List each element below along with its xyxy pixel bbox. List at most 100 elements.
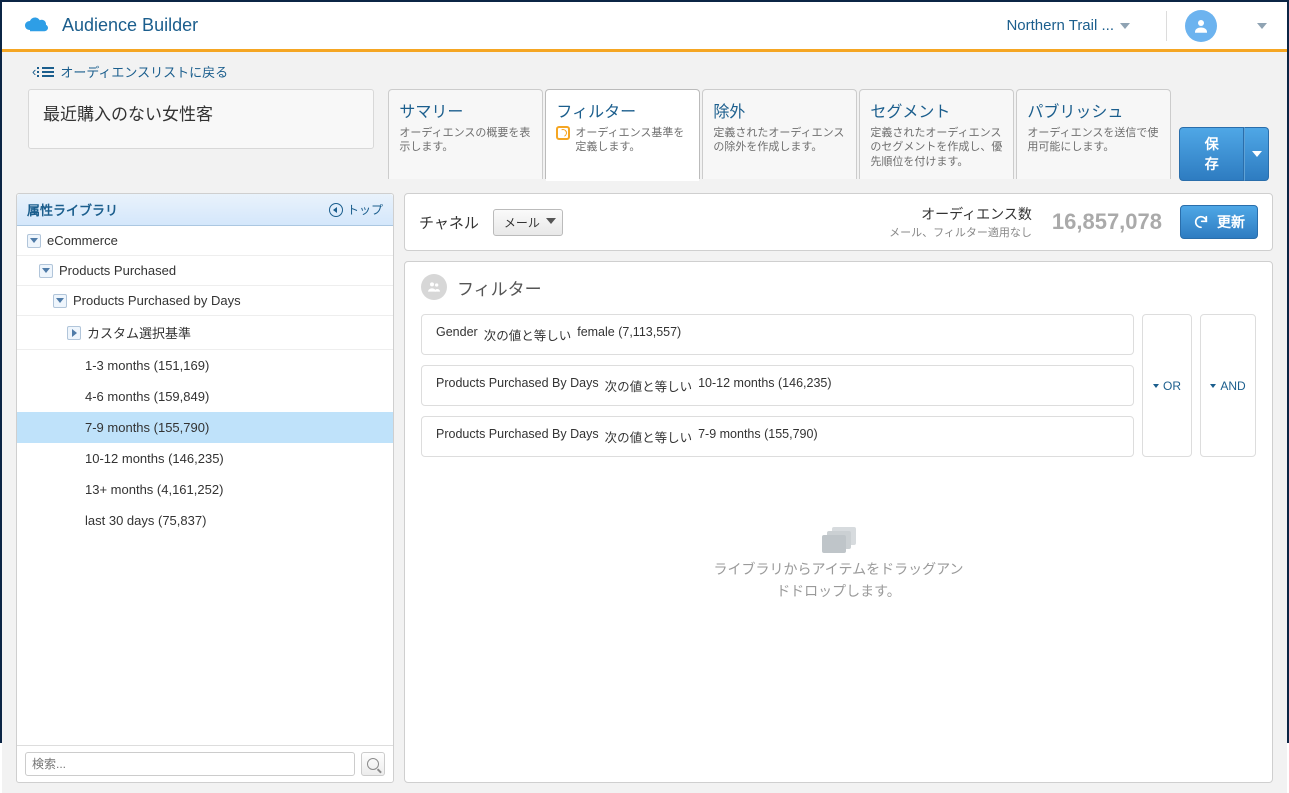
save-button-group: 保存 [1179,127,1269,181]
sidebar-title: 属性ライブラリ [27,200,118,219]
filter-cards-column: Gender 次の値と等しい female (7,113,557) Product… [421,314,1134,457]
drop-hint: ライブラリからアイテムをドラッグアン [713,559,963,579]
chevron-left-icon: ‹ [32,64,36,79]
attribute-library-sidebar: 属性ライブラリ トップ eCommerce Products Purchased [16,193,394,783]
subheader: 最近購入のない女性客 サマリー オーディエンスの概要を表示します。 フィルター … [2,89,1287,193]
tab-summary[interactable]: サマリー オーディエンスの概要を表示します。 [388,89,543,179]
channel-bar: チャネル メール オーディエンス数 メール、フィルター適用なし 16,857,0… [404,193,1273,251]
filter-card[interactable]: Products Purchased By Days 次の値と等しい 10-12… [421,365,1134,406]
audience-count-title: オーディエンス数 [889,204,1032,224]
tree-node-custom-criteria[interactable]: カスタム選択基準 [17,316,393,350]
filter-operator: 次の値と等しい [605,376,693,395]
chevron-down-icon [1120,23,1130,29]
tab-title: サマリー [399,98,532,122]
expand-icon [53,294,67,308]
org-name: Northern Trail ... [1006,17,1114,34]
divider [1166,11,1167,41]
filter-field: Products Purchased By Days [436,427,599,446]
refresh-icon [1193,214,1209,230]
search-icon [367,758,379,770]
tree-leaf[interactable]: last 30 days (75,837) [17,505,393,536]
tree-node-ecommerce[interactable]: eCommerce [17,226,393,256]
salesforce-cloud-icon [22,16,50,36]
breadcrumb: ‹ オーディエンスリストに戻る [2,52,1287,89]
filter-panel-header: フィルター [421,274,1256,300]
filter-field: Gender [436,325,478,344]
filter-panel: フィルター Gender 次の値と等しい female (7,113,557) P… [404,261,1273,783]
tab-publish[interactable]: パブリッシュ オーディエンスを送信で使用可能にします。 [1016,89,1171,179]
org-selector[interactable]: Northern Trail ... [1006,17,1130,34]
chevron-down-icon [1153,384,1159,388]
channel-label: チャネル [419,212,479,233]
save-button[interactable]: 保存 [1179,127,1244,181]
chevron-down-icon [1210,384,1216,388]
filter-value: female (7,113,557) [577,325,681,344]
stack-icon [822,527,856,553]
tree-leaf[interactable]: 7-9 months (155,790) [17,412,393,443]
tab-title: セグメント [870,98,1003,122]
app-area: ‹ オーディエンスリストに戻る 最近購入のない女性客 サマリー オーディエンスの… [2,52,1287,793]
tree-leaves: 1-3 months (151,169)4-6 months (159,849)… [17,350,393,536]
content-column: チャネル メール オーディエンス数 メール、フィルター適用なし 16,857,0… [404,193,1273,783]
drop-zone[interactable]: ライブラリからアイテムをドラッグアン ドドロップします。 [421,527,1256,601]
tab-filter[interactable]: フィルター オーディエンス基準を定義します。 [545,89,700,179]
filter-card[interactable]: Gender 次の値と等しい female (7,113,557) [421,314,1134,355]
channel-select[interactable]: メール [493,209,563,236]
arrow-left-icon [329,203,343,217]
back-label: オーディエンスリストに戻る [60,62,228,81]
tab-desc: オーディエンス基準を定義します。 [556,126,689,155]
tab-desc: 定義されたオーディエンスのセグメントを作成し、優先順位を付けます。 [870,126,1003,169]
tab-title: フィルター [556,98,689,122]
tabs: サマリー オーディエンスの概要を表示します。 フィルター オーディエンス基準を定… [388,89,1173,179]
filter-operator: 次の値と等しい [484,325,572,344]
chevron-down-icon [1252,151,1262,157]
filter-card[interactable]: Products Purchased By Days 次の値と等しい 7-9 m… [421,416,1134,457]
tab-desc: オーディエンスの概要を表示します。 [399,126,532,155]
expand-icon [39,264,53,278]
user-avatar[interactable] [1185,10,1217,42]
expand-icon [67,326,81,340]
search-button[interactable] [361,752,385,776]
tab-title: パブリッシュ [1027,98,1160,122]
logic-or[interactable]: OR [1142,314,1192,457]
top-bar: Audience Builder Northern Trail ... [2,2,1287,52]
save-button-dropdown[interactable] [1244,127,1269,181]
audience-count-sub: メール、フィルター適用なし [889,224,1032,240]
sidebar-top-link[interactable]: トップ [329,201,383,218]
sidebar-header: 属性ライブラリ トップ [17,194,393,226]
tree-leaf[interactable]: 4-6 months (159,849) [17,381,393,412]
audience-count-box: オーディエンス数 メール、フィルター適用なし [889,204,1032,240]
tab-segment[interactable]: セグメント 定義されたオーディエンスのセグメントを作成し、優先順位を付けます。 [859,89,1014,179]
tab-desc: 定義されたオーディエンスの除外を作成します。 [713,126,846,155]
tree-node-products-purchased[interactable]: Products Purchased [17,256,393,286]
drop-hint: ドドロップします。 [776,581,901,601]
sidebar-footer [17,745,393,782]
filter-field: Products Purchased By Days [436,376,599,395]
audience-name[interactable]: 最近購入のない女性客 [28,89,374,149]
logic-and[interactable]: AND [1200,314,1256,457]
back-link[interactable]: ‹ オーディエンスリストに戻る [32,62,228,81]
search-input[interactable] [25,752,355,776]
tree-leaf[interactable]: 10-12 months (146,235) [17,443,393,474]
filter-panel-title: フィルター [457,275,542,300]
tab-desc: オーディエンスを送信で使用可能にします。 [1027,126,1160,155]
audience-count-value: 16,857,078 [1052,209,1162,235]
filter-value: 10-12 months (146,235) [698,376,831,395]
chevron-down-icon [546,218,556,224]
filter-body: Gender 次の値と等しい female (7,113,557) Product… [421,314,1256,457]
main-columns: 属性ライブラリ トップ eCommerce Products Purchased [2,193,1287,793]
refresh-button[interactable]: 更新 [1180,205,1258,239]
filter-operator: 次の値と等しい [605,427,693,446]
list-icon [42,65,54,79]
tab-title: 除外 [713,98,846,122]
expand-icon [27,234,41,248]
tree-leaf[interactable]: 1-3 months (151,169) [17,350,393,381]
tree-node-products-purchased-by-days[interactable]: Products Purchased by Days [17,286,393,316]
tree-leaf[interactable]: 13+ months (4,161,252) [17,474,393,505]
filter-value: 7-9 months (155,790) [698,427,818,446]
app-title: Audience Builder [62,15,1006,36]
attribute-tree: eCommerce Products Purchased Products Pu… [17,226,393,745]
tab-exclude[interactable]: 除外 定義されたオーディエンスの除外を作成します。 [702,89,857,179]
people-icon [421,274,447,300]
chevron-down-icon[interactable] [1257,23,1267,29]
